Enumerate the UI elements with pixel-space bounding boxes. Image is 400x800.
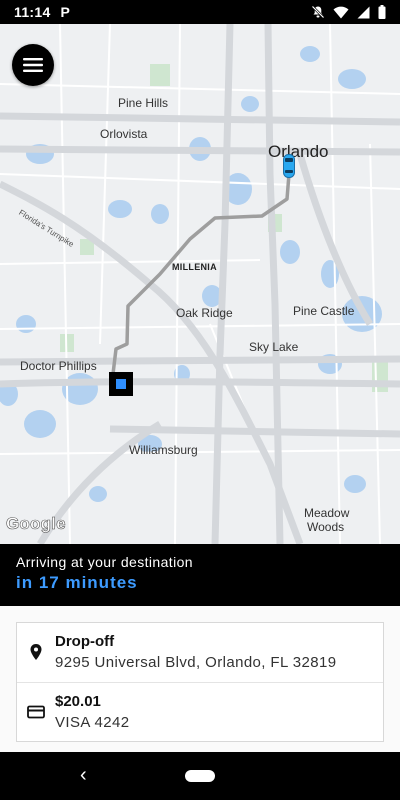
google-attribution: Google [6,514,66,534]
credit-card-icon [27,705,45,719]
payment-method: VISA 4242 [55,714,130,731]
trip-details-panel: Drop-off 9295 Universal Blvd, Orlando, F… [0,606,400,752]
status-icons [311,5,386,19]
system-navigation-bar: ‹ [0,752,400,800]
destination-marker-icon [109,372,133,396]
dropoff-row[interactable]: Drop-off 9295 Universal Blvd, Orlando, F… [17,623,383,683]
parking-app-icon: P [60,4,70,20]
dropoff-address: 9295 Universal Blvd, Orlando, FL 32819 [55,654,337,671]
map-label-orlando: Orlando [268,142,329,161]
location-pin-icon [30,644,42,660]
back-button[interactable]: ‹ [80,764,87,787]
map-label-sky-lake: Sky Lake [249,340,299,354]
status-bar: 11:14 P [0,0,400,24]
map-label-williamsburg: Williamsburg [129,443,198,457]
payment-row[interactable]: $20.01 VISA 4242 [17,683,383,743]
eta-time-text: in 17 minutes [16,573,138,592]
map-label-pine-castle: Pine Castle [293,304,355,318]
map-label-orlovista: Orlovista [100,127,148,141]
battery-icon [378,5,386,19]
wifi-icon [333,6,349,18]
eta-banner: Arriving at your destination in 17 minut… [0,544,400,606]
signal-icon [357,6,370,18]
status-time: 11:14 [14,4,51,20]
map-label-meadow: Meadow [304,506,350,520]
payment-amount: $20.01 [55,693,101,710]
home-button[interactable] [185,770,215,782]
map-view[interactable]: Pine Hills Orlovista Orlando Florida's T… [0,24,400,544]
map-label-oak-ridge: Oak Ridge [176,306,233,320]
map-label-pine-hills: Pine Hills [118,96,169,110]
map-label-woods: Woods [307,520,345,534]
dropoff-title: Drop-off [55,633,115,650]
map-background [0,24,400,544]
trip-details-card: Drop-off 9295 Universal Blvd, Orlando, F… [16,622,384,742]
map-label-millenia: MILLENIA [172,262,217,272]
eta-status-text: Arriving at your destination [16,554,193,570]
notifications-off-icon [311,5,325,19]
car-marker-icon [283,154,295,178]
menu-button[interactable] [12,44,54,86]
hamburger-menu-icon [23,58,43,72]
map-label-doctor-phillips: Doctor Phillips [20,359,97,373]
